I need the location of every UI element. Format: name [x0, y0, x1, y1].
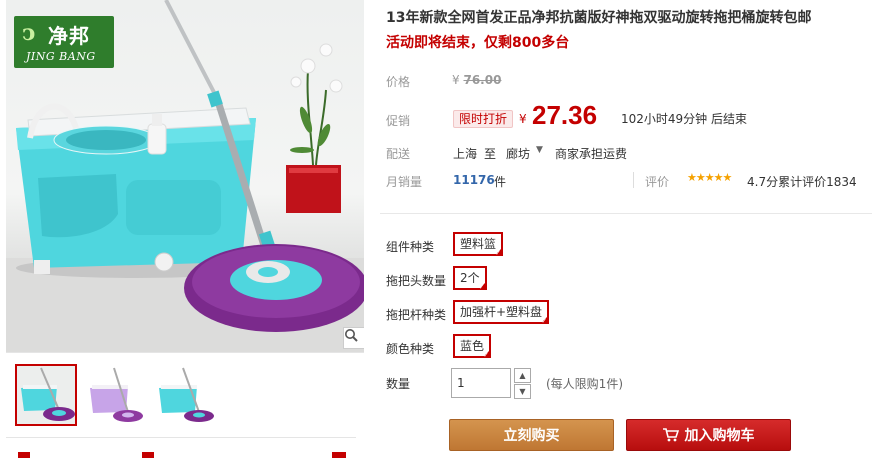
quantity-label: 数量	[386, 377, 411, 391]
thumbnail-3[interactable]	[155, 364, 217, 426]
chevron-up-icon: ▲	[519, 371, 526, 380]
option-color-value: 蓝色	[460, 339, 485, 353]
original-price: ¥ 76.00	[452, 73, 501, 87]
check-mark-icon: ✓	[541, 317, 548, 325]
thumbnail-3-image	[155, 364, 217, 426]
shipping-fee: 商家承担运费	[555, 147, 628, 161]
buy-now-button[interactable]: 立刻购买	[449, 419, 614, 451]
report-icon[interactable]	[332, 452, 346, 458]
zoom-button[interactable]	[343, 327, 364, 349]
thumbnail-1-image	[17, 366, 75, 424]
option-label-pole-type: 拖把杆种类	[386, 308, 447, 322]
rating-stars-icon: ★★★★★	[687, 171, 732, 184]
option-component-value: 塑料篮	[460, 237, 497, 251]
stats-divider	[633, 172, 634, 188]
quantity-input[interactable]	[451, 368, 511, 398]
promo-price: 27.36	[532, 100, 598, 130]
option-label-component: 组件种类	[386, 240, 435, 254]
shipping-to-word: 至	[484, 147, 497, 161]
rating-summary-link[interactable]: 4.7分累计评价1834	[747, 173, 857, 190]
option-color-selected[interactable]: 蓝色 ✓	[453, 334, 492, 359]
thumbnail-2-image	[84, 364, 146, 426]
quantity-increase-button[interactable]: ▲	[514, 368, 531, 383]
promo-label: 促销	[386, 114, 411, 128]
brand-logo-cn-text: 净邦	[48, 24, 90, 48]
add-to-cart-button[interactable]: 加入购物车	[626, 419, 791, 451]
gallery-divider	[6, 352, 364, 353]
jingbang-brand-logo: ↄ 净邦 JING BANG	[14, 16, 114, 68]
chevron-down-icon: ▼	[519, 387, 526, 396]
promo-countdown: 102小时49分钟 后结束	[621, 112, 747, 126]
thumbnail-1[interactable]	[15, 364, 77, 426]
quantity-decrease-button[interactable]: ▼	[514, 384, 531, 399]
brand-logo-en-text: JING BANG	[26, 50, 96, 63]
product-title: 13年新款全网首发正品净邦抗菌版好神拖双驱动旋转拖把桶旋转包邮	[386, 10, 812, 26]
check-mark-icon: ✓	[495, 249, 502, 257]
rating-label: 评价	[645, 175, 670, 189]
brand-logo-leaf-icon: ↄ	[22, 20, 36, 46]
check-mark-icon: ✓	[478, 283, 485, 291]
favorite-icon[interactable]	[142, 452, 154, 458]
caret-down-icon[interactable]: ▼	[536, 145, 543, 155]
monthly-sales-count[interactable]: 11176	[453, 173, 495, 187]
add-to-cart-label: 加入购物车	[684, 428, 755, 444]
monthly-sales-label: 月销量	[386, 175, 423, 189]
monthly-sales-unit: 件	[494, 175, 507, 189]
cart-icon	[662, 428, 679, 442]
option-pole-type-value: 加强杆+塑料盘	[460, 305, 543, 319]
share-icon[interactable]	[18, 452, 30, 458]
promo-tag: 限时打折	[453, 110, 514, 128]
shipping-label: 配送	[386, 147, 411, 161]
option-label-color: 颜色种类	[386, 342, 435, 356]
product-main-image[interactable]: ↄ 净邦 JING BANG	[6, 0, 364, 352]
search-zoom-icon	[345, 329, 358, 342]
thumbnail-2[interactable]	[84, 364, 146, 426]
check-mark-icon: ✓	[483, 351, 490, 359]
option-pole-type-selected[interactable]: 加强杆+塑料盘 ✓	[453, 300, 550, 325]
original-price-value: 76.00	[463, 73, 502, 87]
section-divider	[380, 213, 872, 214]
option-mop-count-selected[interactable]: 2个 ✓	[453, 266, 487, 291]
product-subtitle: 活动即将结束，仅剩800多台	[386, 35, 570, 51]
promo-currency: ¥	[519, 112, 527, 126]
quantity-limit-note: (每人限购1件)	[546, 377, 623, 391]
shipping-destination-select[interactable]: 廊坊	[506, 145, 530, 162]
left-footer-divider	[6, 437, 356, 438]
shipping-from: 上海	[453, 147, 478, 161]
buy-now-label: 立刻购买	[503, 428, 560, 444]
price-label: 价格	[386, 75, 411, 89]
option-label-mop-count: 拖把头数量	[386, 274, 447, 288]
option-component-selected[interactable]: 塑料篮 ✓	[453, 232, 504, 257]
original-price-currency: ¥	[452, 73, 460, 87]
